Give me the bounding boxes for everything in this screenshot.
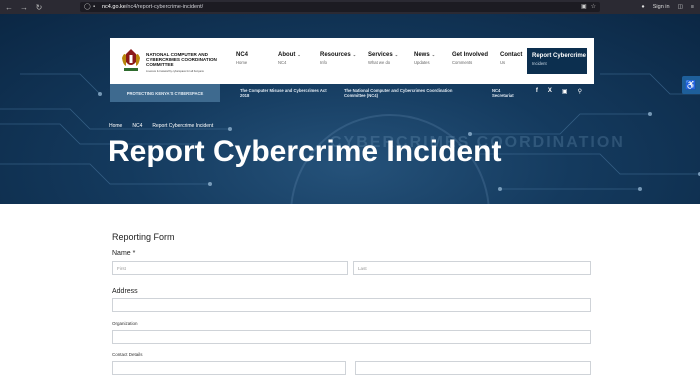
back-icon[interactable]: ← — [3, 1, 15, 13]
chevron-down-icon: ⌄ — [431, 52, 436, 57]
menu-label: About — [278, 52, 296, 58]
menu-item-services[interactable]: Services ⌄ What we do — [368, 52, 412, 65]
instagram-icon[interactable]: ▣ — [562, 88, 568, 95]
address-bar[interactable]: ◯ ▪ nc4.go.ke/nc4/report-cybercrime-inci… — [80, 2, 600, 12]
secondary-bar: Protecting Kenya's Cyberspace The Comput… — [110, 84, 594, 102]
org-name: National Computer and Cybercrimes Coordi… — [146, 52, 217, 68]
main-menu: NC4 Home About ⌄ NC4 Resources ⌄ Info Serv… — [236, 52, 536, 65]
menu-label: News — [414, 52, 430, 58]
contact-details-label: Contact Details — [112, 352, 143, 357]
menu-sub: Comments — [452, 60, 473, 65]
name-label: Name * — [112, 250, 136, 257]
reader-icon[interactable]: ▣ — [581, 3, 587, 10]
search-icon[interactable]: ⚲ — [578, 88, 582, 95]
chevron-down-icon: ⌄ — [297, 52, 301, 57]
menu-item-about[interactable]: About ⌄ NC4 — [278, 52, 318, 65]
breadcrumb: Home NC4 Report Cybercrime Incident — [109, 123, 213, 129]
menu-sub: What we do — [368, 60, 391, 65]
menu-icon[interactable]: ≡ — [691, 4, 694, 10]
cta-sub: Incident — [532, 61, 547, 66]
coat-of-arms-logo[interactable] — [120, 46, 142, 74]
menu-label: Resources — [320, 52, 351, 58]
committee-link[interactable]: The National Computer and Cybercrimes Co… — [344, 88, 474, 99]
bookmark-star-icon[interactable]: ☆ — [591, 3, 596, 10]
cta-label: Report Cybercrime — [532, 53, 587, 59]
menu-item-news[interactable]: News ⌄ Updates — [414, 52, 450, 65]
sign-in-link[interactable]: Sign in — [653, 4, 670, 10]
breadcrumb-current: Report Cybercrime Incident — [152, 123, 214, 129]
account-icon[interactable]: ● — [641, 4, 644, 10]
organization-label: Organization — [112, 321, 138, 326]
x-icon[interactable]: X — [548, 88, 552, 95]
reload-icon[interactable]: ↻ — [33, 1, 45, 13]
chevron-down-icon: ⌄ — [394, 52, 399, 57]
menu-sub: Home — [236, 60, 248, 65]
act-link[interactable]: The Computer Misuse and Cybercrimes Act … — [240, 88, 336, 99]
menu-label: NC4 — [236, 52, 249, 58]
browser-toolbar: ← → ↻ ◯ ▪ nc4.go.ke/nc4/report-cybercrim… — [0, 0, 700, 14]
menu-item-get-involved[interactable]: Get Involved Comments — [452, 52, 498, 65]
secretariat-link[interactable]: NC4 Secretariat — [492, 88, 522, 99]
extensions-icon[interactable]: ◫ — [678, 4, 683, 10]
site-header: National Computer and Cybercrimes Coordi… — [110, 38, 594, 84]
org-tagline: A secure & trustworthy cyberspace for al… — [146, 70, 204, 73]
address-input[interactable] — [112, 298, 591, 312]
social-links: f X ▣ ⚲ — [536, 88, 582, 95]
shield-icon: ◯ — [84, 4, 91, 10]
chevron-down-icon: ⌄ — [352, 52, 357, 57]
breadcrumb-home[interactable]: Home — [109, 123, 122, 129]
menu-sub: NC4 — [278, 60, 287, 65]
menu-item-resources[interactable]: Resources ⌄ Info — [320, 52, 366, 65]
organization-input[interactable] — [112, 330, 591, 344]
form-title: Reporting Form — [112, 232, 175, 242]
breadcrumb-nc4[interactable]: NC4 — [132, 123, 142, 129]
url-text: nc4.go.ke/nc4/report-cybercrime-incident… — [102, 4, 204, 10]
report-cybercrime-button[interactable]: Report Cybercrime Incident — [527, 48, 587, 74]
page-title: Report Cybercrime Incident — [108, 135, 502, 168]
email-input[interactable] — [355, 361, 591, 375]
phone-input[interactable] — [112, 361, 346, 375]
lock-icon: ▪ — [93, 4, 96, 10]
menu-sub: Updates — [414, 60, 430, 65]
address-label: Address — [112, 288, 138, 295]
menu-item-nc4[interactable]: NC4 Home — [236, 52, 276, 65]
last-name-input[interactable]: Last — [353, 261, 591, 275]
protect-banner: Protecting Kenya's Cyberspace — [110, 84, 220, 102]
hero-section: CYBERCRIMES COORDINATION National Comput… — [0, 14, 700, 204]
menu-label: Get Involved — [452, 52, 489, 58]
menu-sub: Info — [320, 60, 327, 65]
facebook-icon[interactable]: f — [536, 88, 538, 95]
menu-label: Services — [368, 52, 393, 58]
forward-icon[interactable]: → — [18, 1, 30, 13]
first-name-input[interactable]: First — [112, 261, 348, 275]
accessibility-icon[interactable]: ♿ — [682, 76, 700, 94]
